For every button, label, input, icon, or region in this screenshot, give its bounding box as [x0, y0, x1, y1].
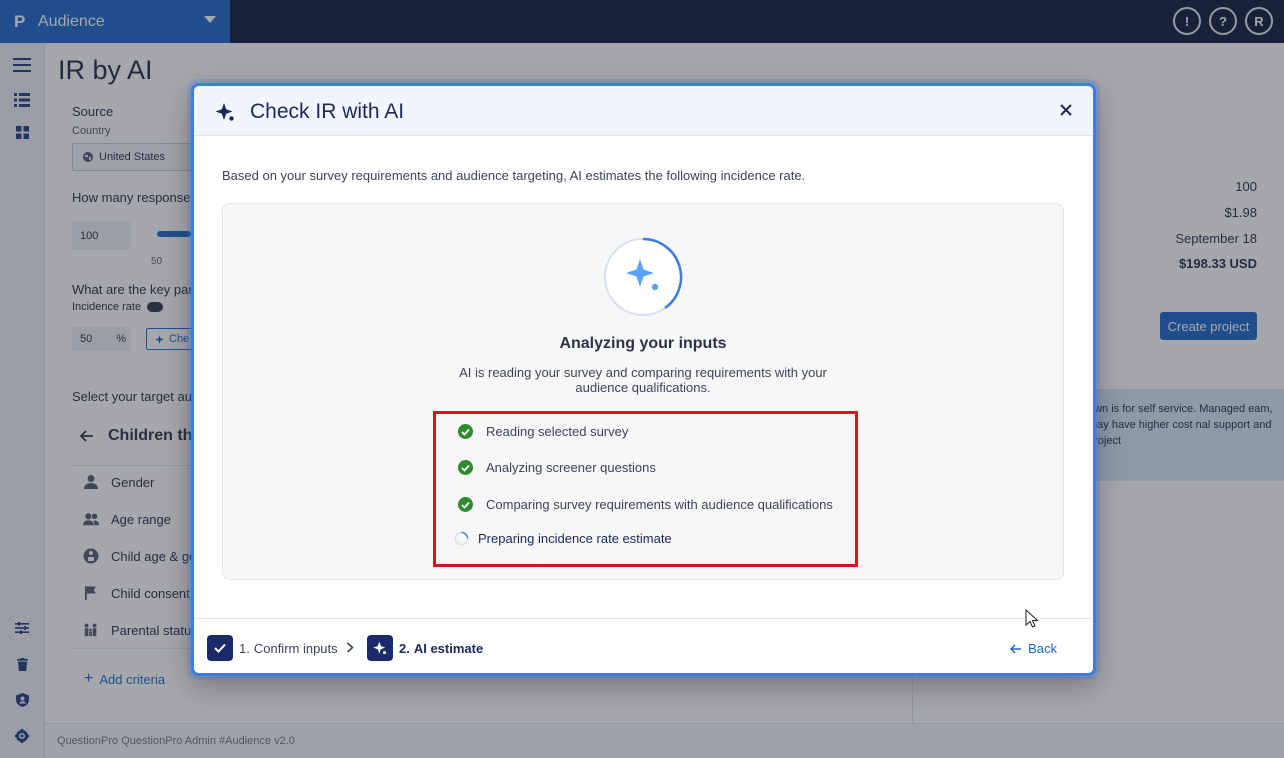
step-comparing-requirements: Comparing survey requirements with audie… — [458, 497, 833, 512]
sparkle-icon — [367, 635, 393, 661]
check-circle-icon — [458, 424, 473, 439]
progress-steps-highlight: Reading selected survey Analyzing screen… — [433, 411, 858, 567]
modal-footer: 1. Confirm inputs 2. AI estimate Back — [194, 618, 1093, 673]
modal-title: Check IR with AI — [250, 100, 405, 123]
check-icon — [207, 635, 233, 661]
close-icon[interactable] — [1058, 102, 1074, 118]
wizard-step-confirm-inputs[interactable]: 1. Confirm inputs — [207, 635, 338, 661]
sparkle-icon — [215, 103, 234, 121]
step-analyzing-screener: Analyzing screener questions — [458, 460, 656, 475]
wizard-step-ai-estimate: 2. AI estimate — [367, 635, 483, 661]
mouse-cursor-icon — [1025, 609, 1039, 628]
modal-description: Based on your survey requirements and au… — [222, 168, 806, 183]
check-circle-icon — [458, 497, 473, 512]
chevron-right-icon — [346, 642, 354, 653]
check-circle-icon — [458, 460, 473, 475]
step-preparing-estimate: Preparing incidence rate estimate — [454, 531, 672, 546]
analyzing-subtitle: AI is reading your survey and comparing … — [459, 365, 827, 395]
modal-header: Check IR with AI — [194, 86, 1093, 136]
analyzing-title: Analyzing your inputs — [559, 335, 727, 352]
check-ir-modal: Check IR with AI Based on your survey re… — [191, 83, 1096, 676]
spinner-icon — [454, 531, 469, 546]
step-reading-survey: Reading selected survey — [458, 424, 628, 439]
arrow-left-icon — [1010, 643, 1022, 654]
loading-ring — [604, 237, 683, 316]
back-button[interactable]: Back — [1010, 641, 1057, 656]
